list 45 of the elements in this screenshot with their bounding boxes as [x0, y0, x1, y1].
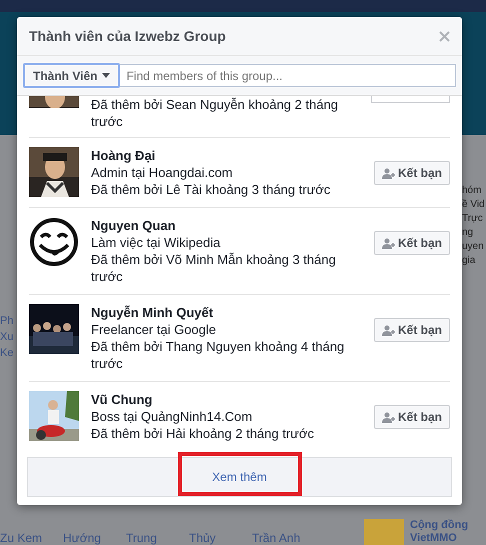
added-by-text: Đã thêm bởi Hải khoảng 2 tháng trước: [91, 425, 316, 442]
background-text: uyen: [462, 241, 485, 252]
add-friend-icon: [382, 168, 395, 178]
added-by-text: Đã thêm bởi Thang Nguyen khoảng 4 tháng trước: [91, 338, 346, 372]
background-text: Xu: [0, 331, 14, 343]
search-field[interactable]: Find members of this group...: [120, 64, 456, 87]
add-friend-button[interactable]: [371, 96, 450, 103]
caret-icon: [102, 73, 110, 78]
added-by-text: Đã thêm bởi Sean Nguyễn khoảng 2 tháng trước: [91, 96, 340, 130]
filter-dropdown[interactable]: Thành Viên: [23, 63, 120, 88]
member-work: Freelancer tại Google: [91, 321, 218, 338]
add-friend-icon: [382, 238, 395, 248]
add-friend-icon: [382, 324, 395, 336]
page-thumbnail: [364, 519, 404, 545]
background-name: Trần Anh: [252, 531, 302, 545]
member-name[interactable]: Hoàng Đại: [91, 147, 356, 164]
background-name: Zu Kem: [0, 531, 44, 545]
background-name: Hướng: [63, 531, 102, 545]
see-more-link[interactable]: Xem thêm: [212, 470, 267, 484]
close-icon[interactable]: [439, 30, 450, 42]
add-friend-button[interactable]: Kết bạn: [374, 318, 450, 342]
dialog-title: Thành viên của Izwebz Group: [29, 28, 227, 44]
background-name: Thủy: [189, 531, 217, 545]
added-by-text: Đã thêm bởi Lê Tài khoảng 3 tháng trước: [91, 181, 332, 198]
background-text: Ke: [0, 347, 14, 359]
member-work: Admin tại Hoangdai.com: [91, 164, 234, 181]
background-name: Trung: [126, 531, 158, 545]
add-friend-button[interactable]: Kết bạn: [374, 231, 450, 255]
background-text: hóm: [462, 185, 482, 196]
add-friend-button[interactable]: Kết bạn: [374, 161, 450, 185]
background-text: gia: [462, 255, 476, 266]
background-text: ng: [462, 227, 474, 238]
smiley-icon: [29, 217, 79, 267]
member-work: Boss tại QuảngNinh14.Com: [91, 408, 254, 425]
added-by-text: Đã thêm bởi Võ Minh Mẫn khoảng 3 tháng trước: [91, 251, 337, 285]
add-friend-icon: [382, 412, 395, 422]
background-text: Ph: [0, 315, 14, 327]
member-name[interactable]: Vũ Chung: [91, 391, 356, 408]
page-name: Cộng đồng VietMMO: [410, 519, 470, 545]
add-friend-button[interactable]: Kết bạn: [374, 405, 450, 429]
background-text: ề Vid: [462, 199, 486, 210]
member-name[interactable]: Nguyễn Minh Quyết: [91, 304, 356, 321]
member-work: Làm việc tại Wikipedia: [91, 234, 222, 251]
background-text: Trực: [462, 213, 484, 224]
member-name[interactable]: Nguyen Quan: [91, 217, 356, 234]
